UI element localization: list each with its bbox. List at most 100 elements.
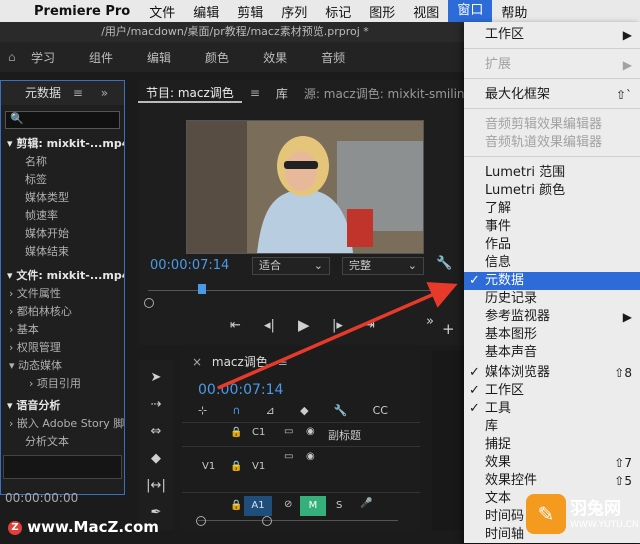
tab-program[interactable]: 节目: macz调色 [138,84,242,103]
app-menu[interactable]: Premiere Pro [30,4,140,19]
metadata-tab[interactable]: 元数据 ≡ » [1,81,124,105]
file-section-header[interactable]: ▾ 文件: mixkit-...mp4 [1,267,124,285]
window-menu-item[interactable]: 库 [464,418,640,436]
file-section-label: 文件: mixkit-...mp4 [16,269,124,282]
step-back-icon[interactable]: ◂| [264,318,275,333]
window-menu-item[interactable]: 最大化框架 ⇧` [464,86,640,104]
rights-management[interactable]: › 权限管理 [1,339,124,357]
timeline-tab[interactable]: macz调色 [212,355,268,369]
zoom-handle[interactable] [144,298,154,308]
workspace-learn[interactable]: 学习 [14,49,72,66]
workspace-audio[interactable]: 音频 [304,49,362,66]
menu-edit[interactable]: 编辑 [184,2,228,21]
menu-graphics[interactable]: 图形 [360,2,404,21]
analysis-text-box[interactable] [3,455,122,479]
window-menu-item[interactable]: ✓ 工作区 [464,382,640,400]
window-menu-item[interactable]: 事件 [464,218,640,236]
eye-icon[interactable]: ◉ [306,426,315,437]
scrub-bar[interactable] [148,290,448,291]
lock-icon[interactable]: 🔒 [230,427,242,438]
step-forward-icon[interactable]: |▸ [332,318,343,333]
marker-icon[interactable]: ◆ [300,404,308,418]
menu-sequence[interactable]: 序列 [272,2,316,21]
menu-file[interactable]: 文件 [140,2,184,21]
window-menu-item[interactable]: 历史记录 [464,290,640,308]
overflow-icon[interactable]: » [426,314,434,329]
window-menu-item[interactable]: Lumetri 范围 [464,164,640,182]
selection-tool-icon[interactable]: ➤ [138,370,174,385]
captions-icon[interactable]: CC [373,404,388,418]
window-menu-item[interactable]: 捕捉 [464,436,640,454]
mute-button[interactable]: M [300,496,326,516]
window-menu-item[interactable]: Lumetri 颜色 [464,182,640,200]
project-reference[interactable]: › 项目引用 [1,375,124,393]
go-to-in-icon[interactable]: ⇤ [230,318,241,333]
settings-wrench-icon[interactable]: 🔧 [334,404,348,418]
window-menu-item[interactable]: 参考监视器 ▶ [464,308,640,326]
clip-section-header[interactable]: ▾ 剪辑: mixkit-...mp4 [1,135,124,153]
speech-section-header[interactable]: ▾ 语音分析 [1,397,124,415]
lock-icon[interactable]: 🔒 [230,500,242,511]
window-menu-item[interactable]: ✓ 工具 [464,400,640,418]
wrench-icon[interactable]: 🔧 [436,256,452,271]
add-button-icon[interactable]: + [442,320,455,338]
razor-icon[interactable]: ◆ [138,451,174,466]
panel-overflow-icon[interactable]: » [101,86,108,100]
panel-menu-icon[interactable]: ≡ [73,86,83,100]
menu-help[interactable]: 帮助 [492,2,536,21]
lock-icon[interactable]: 🔒 [230,461,242,472]
zoom-right-handle[interactable] [262,516,272,526]
output-icon[interactable]: ▭ [284,451,293,462]
eye-icon[interactable]: ◉ [306,451,315,462]
playhead[interactable] [198,284,206,294]
workspace-color[interactable]: 颜色 [188,49,246,66]
ripple-edit-icon[interactable]: ⇔ [138,424,174,439]
window-menu-item[interactable]: 效果控件 ⇧5 [464,472,640,490]
solo-button[interactable]: S [336,500,342,511]
metadata-search-input[interactable]: 🔍 [5,111,120,129]
menu-clip[interactable]: 剪辑 [228,2,272,21]
embed-story-script[interactable]: › 嵌入 Adobe Story 脚 [1,415,124,433]
window-menu-item[interactable]: 信息 [464,254,640,272]
dublin-core[interactable]: › 都柏林核心 [1,303,124,321]
track-a1-label[interactable]: A1 [244,496,272,516]
tab-library[interactable]: 库 [268,85,296,102]
zoom-left-handle[interactable] [196,516,206,526]
window-menu-item[interactable]: 基本图形 [464,326,640,344]
timeline-zoom-bar[interactable] [198,520,398,521]
mute-sync-icon[interactable]: ⊘ [284,499,292,510]
window-menu-item[interactable]: 效果 ⇧7 [464,454,640,472]
workspace-effects[interactable]: 效果 [246,49,304,66]
workspace-assembly[interactable]: 组件 [72,49,130,66]
output-icon[interactable]: ▭ [284,426,293,437]
window-menu-item[interactable]: 工作区 ▶ [464,26,640,44]
menu-view[interactable]: 视图 [404,2,448,21]
play-icon[interactable]: ▶ [298,316,310,334]
window-menu-item[interactable]: ✓ 媒体浏览器 ⇧8 [464,364,640,382]
workspace-editing[interactable]: 编辑 [130,49,188,66]
window-menu-item[interactable]: 作品 [464,236,640,254]
home-icon[interactable]: ⌂ [8,50,16,64]
window-menu-item[interactable]: ✓ 元数据 [464,272,640,290]
fit-dropdown[interactable]: 适合 ⌄ [252,257,330,275]
menu-marker[interactable]: 标记 [316,2,360,21]
dynamic-media-label: 动态媒体 [18,359,63,372]
track-select-icon[interactable]: ⇢ [138,397,174,412]
window-menu-item[interactable]: 基本声音 [464,344,640,362]
quality-dropdown[interactable]: 完整 ⌄ [342,257,424,275]
linked-select-icon[interactable]: ⊿ [266,404,275,418]
close-icon[interactable]: × [192,355,202,369]
magnet-icon[interactable]: ∩ [232,404,240,418]
program-menu-icon[interactable]: ≡ [242,86,268,100]
dynamic-media[interactable]: ▾ 动态媒体 [1,357,124,375]
window-menu-item[interactable]: 了解 [464,200,640,218]
tab-source[interactable]: 源: macz调色: mixkit-smilin [296,85,473,102]
slip-icon[interactable]: |↔| [138,478,174,493]
file-properties[interactable]: › 文件属性 [1,285,124,303]
go-to-out-icon[interactable]: ⇥ [364,318,375,333]
basic[interactable]: › 基本 [1,321,124,339]
timeline-menu-icon[interactable]: ≡ [278,355,288,369]
menu-window[interactable]: 窗口 [448,0,493,22]
snap-icon[interactable]: ⊹ [198,404,207,418]
microphone-icon[interactable]: 🎤 [360,498,372,509]
